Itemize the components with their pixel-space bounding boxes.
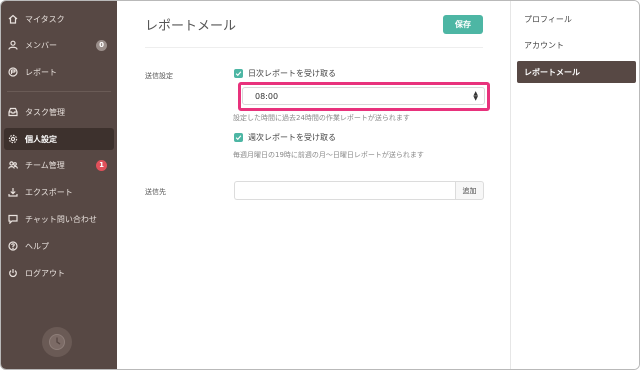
weekly-report-checkbox-row[interactable]: 週次レポートを受け取る [234, 132, 336, 143]
title-divider [145, 47, 483, 48]
settings-nav-profile[interactable]: プロフィール [517, 8, 636, 30]
sidebar-item-label: エクスポート [25, 187, 73, 197]
send-settings-label: 送信設定 [145, 72, 173, 80]
daily-report-hint: 設定した時間に過去24時間の作業レポートが送られます [233, 114, 410, 122]
highlight-annotation [238, 82, 490, 111]
sidebar-item-label: ログアウト [25, 268, 65, 278]
app-logo [42, 327, 72, 357]
user-icon [7, 39, 19, 51]
clock-logo-icon [49, 334, 65, 350]
daily-report-checkbox-row[interactable]: 日次レポートを受け取る [234, 68, 336, 79]
sidebar-item-report[interactable]: レポート [1, 61, 117, 83]
sidebar-divider [7, 91, 111, 92]
recipient-label: 送信先 [145, 188, 166, 196]
settings-nav-report-mail[interactable]: レポートメール [517, 61, 636, 83]
chat-icon [7, 213, 19, 225]
check-icon [235, 135, 242, 141]
main-content: レポートメール 保存 送信設定 日次レポートを受け取る 08:00 ▲ ▼ 設定し… [117, 1, 510, 369]
check-icon [235, 71, 242, 77]
sidebar-item-chat-inquiry[interactable]: チャット問い合わせ [1, 208, 117, 230]
sidebar-item-my-tasks[interactable]: マイタスク [1, 8, 117, 30]
home-icon [7, 13, 19, 25]
sidebar-item-label: メンバー [25, 40, 57, 50]
download-icon [7, 186, 19, 198]
sidebar-item-label: レポート [25, 67, 57, 77]
sidebar-item-members[interactable]: メンバー 0 [1, 34, 117, 56]
sidebar-item-label: チーム管理 [25, 160, 65, 170]
weekly-report-checkbox[interactable] [234, 133, 243, 142]
gear-icon [7, 133, 19, 145]
add-recipient-button[interactable]: 追加 [455, 181, 484, 200]
sidebar-item-task-management[interactable]: タスク管理 [1, 101, 117, 123]
sidebar-item-label: 個人設定 [25, 134, 57, 144]
team-notification-badge: 1 [96, 159, 107, 171]
recipient-email-input[interactable] [234, 181, 455, 200]
help-icon [7, 240, 19, 252]
sidebar-item-export[interactable]: エクスポート [1, 181, 117, 203]
daily-report-checkbox-label: 日次レポートを受け取る [248, 69, 336, 78]
sidebar-item-personal-settings[interactable]: 個人設定 [4, 128, 114, 150]
page-title: レポートメール [145, 19, 237, 34]
members-count-badge: 0 [96, 39, 107, 51]
save-button[interactable]: 保存 [443, 15, 483, 34]
sidebar-item-label: ヘルプ [25, 241, 49, 251]
power-icon [7, 267, 19, 279]
sidebar-item-label: マイタスク [25, 14, 65, 24]
sidebar-item-team-management[interactable]: チーム管理 1 [1, 154, 117, 176]
settings-nav-panel: プロフィール アカウント レポートメール [510, 1, 639, 369]
team-icon [7, 159, 19, 171]
settings-nav-account[interactable]: アカウント [517, 34, 636, 56]
sidebar: マイタスク メンバー 0 レポート タスク管理 個人設定 チーム管理 1 エクス… [1, 1, 117, 369]
daily-report-checkbox[interactable] [234, 69, 243, 78]
weekly-report-checkbox-label: 週次レポートを受け取る [248, 133, 336, 142]
weekly-report-hint: 毎週月曜日の19時に前週の月〜日曜日レポートが送られます [233, 151, 424, 159]
inbox-icon [7, 106, 19, 118]
sidebar-item-logout[interactable]: ログアウト [1, 262, 117, 284]
sidebar-item-label: タスク管理 [25, 107, 65, 117]
report-icon [7, 66, 19, 78]
sidebar-item-help[interactable]: ヘルプ [1, 235, 117, 257]
sidebar-item-label: チャット問い合わせ [25, 214, 97, 224]
app-window: マイタスク メンバー 0 レポート タスク管理 個人設定 チーム管理 1 エクス… [0, 0, 640, 370]
